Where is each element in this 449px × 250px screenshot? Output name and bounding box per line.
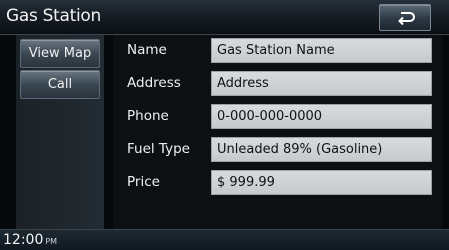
title-bar: Gas Station — [0, 0, 449, 35]
fuel-type-field: Unleaded 89% (Gasoline) — [211, 137, 432, 162]
gas-station-screen: Gas Station View Map Call Name Gas Stati… — [0, 0, 449, 250]
call-button[interactable]: Call — [20, 70, 100, 99]
price-field: $ 999.99 — [211, 170, 432, 195]
address-field: Address — [211, 71, 432, 96]
back-button[interactable] — [379, 4, 431, 31]
view-map-button[interactable]: View Map — [20, 39, 100, 68]
phone-label: Phone — [127, 108, 169, 124]
phone-field: 0-000-000-0000 — [211, 104, 432, 129]
name-label: Name — [127, 42, 167, 58]
page-title: Gas Station — [6, 6, 101, 26]
clock-time: 12:00 — [3, 232, 44, 248]
address-label: Address — [127, 75, 181, 91]
clock-ampm: PM — [45, 237, 58, 246]
price-label: Price — [127, 174, 160, 190]
fuel-type-label: Fuel Type — [127, 141, 190, 157]
details-panel — [113, 35, 442, 229]
back-arrow-icon — [398, 12, 415, 25]
status-bar — [0, 229, 449, 250]
name-field: Gas Station Name — [211, 38, 432, 63]
clock: 12:00 PM — [3, 232, 57, 248]
